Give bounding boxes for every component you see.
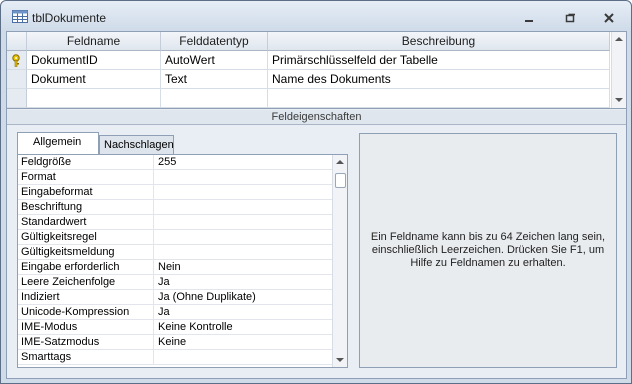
property-value[interactable] — [155, 350, 332, 365]
field-properties-list: Feldgröße 255 Format Eingabeformat Beschr… — [17, 154, 348, 368]
table-row-datatype-empty[interactable] — [161, 89, 268, 108]
property-row[interactable]: Gültigkeitsmeldung — [18, 245, 332, 260]
property-row[interactable]: Eingabe erforderlich Nein — [18, 260, 332, 275]
property-row[interactable]: Smarttags — [18, 350, 332, 365]
table-row-description[interactable]: Primärschlüsselfeld der Tabelle — [268, 51, 610, 70]
scroll-up-icon[interactable] — [336, 160, 344, 164]
property-row[interactable]: Beschriftung — [18, 200, 332, 215]
property-row[interactable]: Unicode-Kompression Ja — [18, 305, 332, 320]
property-name: IME-Satzmodus — [18, 335, 154, 350]
property-name: Eingabeformat — [18, 185, 154, 200]
scroll-up-icon[interactable] — [615, 37, 623, 41]
scroll-down-icon[interactable] — [336, 358, 344, 362]
property-name: Smarttags — [18, 350, 154, 365]
property-row[interactable]: IME-Modus Keine Kontrolle — [18, 320, 332, 335]
property-name: Standardwert — [18, 215, 154, 230]
scroll-down-icon[interactable] — [615, 98, 623, 102]
row-selector[interactable] — [7, 89, 27, 108]
property-row[interactable]: Gültigkeitsregel — [18, 230, 332, 245]
property-row[interactable]: Leere Zeichenfolge Ja — [18, 275, 332, 290]
property-name: IME-Modus — [18, 320, 154, 335]
property-value[interactable] — [155, 185, 332, 200]
property-value[interactable]: Keine Kontrolle — [155, 320, 332, 335]
property-value[interactable]: Ja — [155, 275, 332, 290]
title-bar[interactable]: tblDokumente — [1, 1, 631, 31]
property-name: Leere Zeichenfolge — [18, 275, 154, 290]
row-selector[interactable] — [7, 51, 27, 70]
design-client-area: Feldname Felddatentyp Beschreibung Dokum… — [6, 31, 627, 379]
minimize-icon[interactable] — [517, 10, 541, 26]
property-name: Format — [18, 170, 154, 185]
table-row-fieldname[interactable]: DokumentID — [27, 51, 161, 70]
table-row-description[interactable]: Name des Dokuments — [268, 70, 610, 89]
property-value[interactable]: Ja — [155, 305, 332, 320]
row-selector[interactable] — [7, 70, 27, 89]
column-header-datatype[interactable]: Felddatentyp — [161, 32, 268, 51]
property-value[interactable] — [155, 170, 332, 185]
section-label: Feldeigenschaften — [7, 110, 626, 125]
property-row[interactable]: Feldgröße 255 — [18, 155, 332, 170]
property-value[interactable]: Nein — [155, 260, 332, 275]
property-name: Eingabe erforderlich — [18, 260, 154, 275]
property-row[interactable]: Eingabeformat — [18, 185, 332, 200]
grid-scrollbar[interactable] — [611, 32, 626, 108]
property-name: Unicode-Kompression — [18, 305, 154, 320]
property-value[interactable] — [155, 215, 332, 230]
restore-icon[interactable] — [558, 10, 582, 26]
table-row-description-empty[interactable] — [268, 89, 610, 108]
property-value[interactable] — [155, 230, 332, 245]
table-design-window: tblDokumente Feldname Felddatentyp Besch… — [0, 0, 632, 384]
property-value[interactable] — [155, 200, 332, 215]
property-row[interactable]: Format — [18, 170, 332, 185]
tab-lookup[interactable]: Nachschlagen — [99, 135, 174, 154]
help-panel: Ein Feldname kann bis zu 64 Zeichen lang… — [359, 133, 617, 368]
property-row[interactable]: Indiziert Ja (Ohne Duplikate) — [18, 290, 332, 305]
field-design-grid: Feldname Felddatentyp Beschreibung Dokum… — [7, 32, 626, 109]
property-name: Beschriftung — [18, 200, 154, 215]
property-value[interactable]: 255 — [155, 155, 332, 170]
property-value[interactable]: Ja (Ohne Duplikate) — [155, 290, 332, 305]
property-value[interactable] — [155, 245, 332, 260]
primary-key-icon — [12, 54, 20, 67]
property-row[interactable]: Standardwert — [18, 215, 332, 230]
tab-general[interactable]: Allgemein — [17, 132, 99, 154]
scrollbar-thumb[interactable] — [335, 173, 346, 188]
column-header-fieldname[interactable]: Feldname — [27, 32, 161, 51]
property-name: Gültigkeitsmeldung — [18, 245, 154, 260]
table-icon — [12, 10, 28, 23]
table-row-datatype[interactable]: AutoWert — [161, 51, 268, 70]
properties-scrollbar[interactable] — [332, 155, 347, 367]
property-name: Indiziert — [18, 290, 154, 305]
window-title: tblDokumente — [32, 11, 107, 25]
close-icon[interactable] — [597, 10, 621, 26]
property-name: Feldgröße — [18, 155, 154, 170]
property-name: Gültigkeitsregel — [18, 230, 154, 245]
property-row[interactable]: IME-Satzmodus Keine — [18, 335, 332, 350]
property-value[interactable]: Keine — [155, 335, 332, 350]
column-header-description[interactable]: Beschreibung — [268, 32, 610, 51]
table-row-fieldname[interactable]: Dokument — [27, 70, 161, 89]
row-selector-header[interactable] — [7, 32, 27, 51]
table-row-datatype[interactable]: Text — [161, 70, 268, 89]
help-text: Ein Feldname kann bis zu 64 Zeichen lang… — [370, 231, 606, 269]
table-row-fieldname-empty[interactable] — [27, 89, 161, 108]
